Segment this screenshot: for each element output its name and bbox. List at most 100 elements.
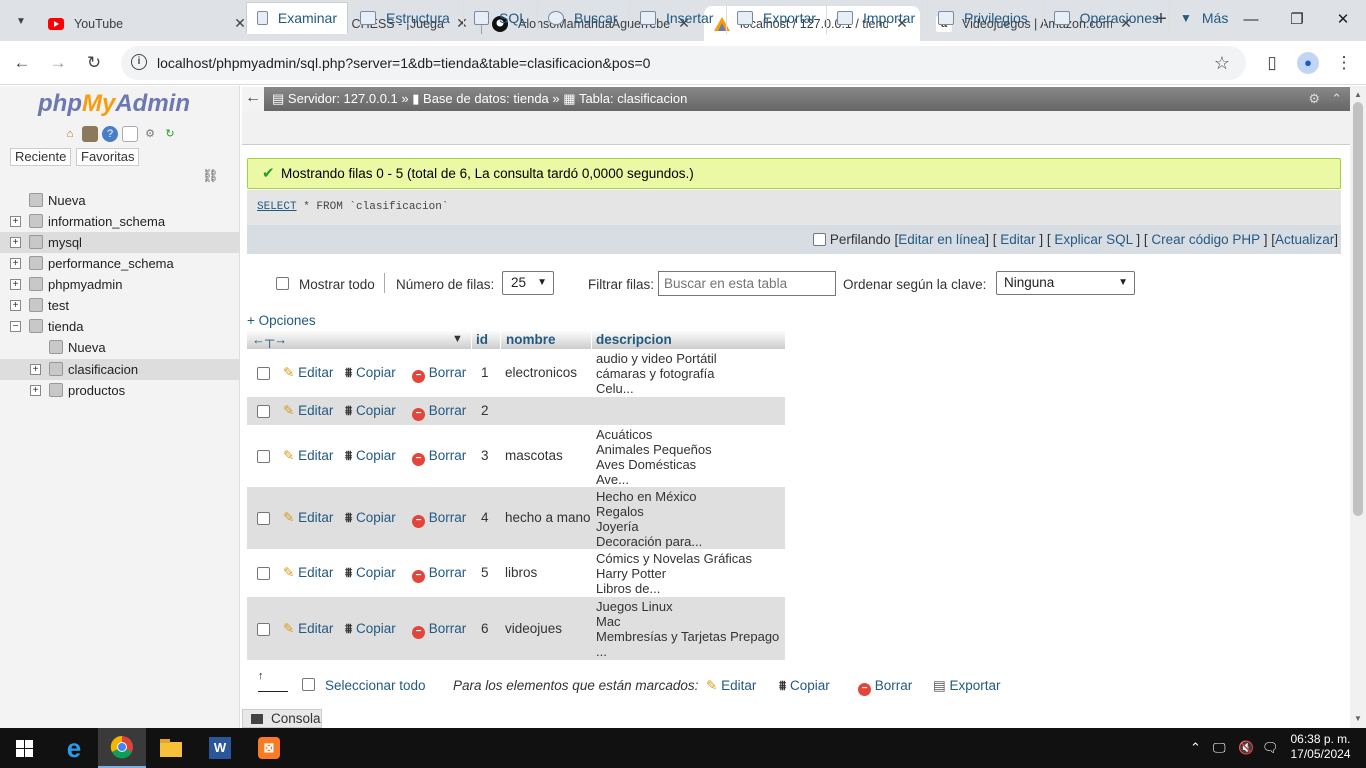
cell-id[interactable]: 2 <box>481 403 489 418</box>
tab-importar[interactable]: Importar <box>827 2 928 34</box>
bulk-delete-button[interactable]: − Borrar <box>858 678 912 696</box>
refresh-link[interactable]: Actualizar <box>1275 232 1334 247</box>
nav-tree-label[interactable]: tienda <box>48 316 83 337</box>
cell-descripcion[interactable]: Hecho en México Regalos Joyería Decoraci… <box>596 489 702 549</box>
nav-tree-label[interactable]: mysql <box>48 232 82 253</box>
nav-tree-label[interactable]: performance_schema <box>48 253 174 274</box>
tab-buscar[interactable]: Buscar <box>538 2 630 34</box>
row-edit-button[interactable]: ✎ Editar <box>283 510 333 526</box>
tab-mas[interactable]: ▼ Más <box>1170 2 1242 34</box>
filter-rows-input[interactable]: Buscar en esta tabla <box>658 271 836 296</box>
collapse-icon[interactable]: − <box>10 321 21 332</box>
file-explorer-icon[interactable] <box>147 728 195 768</box>
profiling-checkbox[interactable] <box>813 233 827 246</box>
refresh-icon[interactable]: ↻ <box>162 126 178 142</box>
cell-descripcion[interactable]: audio y video Portátil cámaras y fotogra… <box>596 351 717 396</box>
row-copy-button[interactable]: ⩩ Copiar <box>345 565 396 581</box>
row-delete-button[interactable]: − Borrar <box>412 403 466 421</box>
close-window-button[interactable]: ✕ <box>1320 0 1366 40</box>
tab-sql[interactable]: SQL <box>464 2 538 34</box>
nav-tree-item[interactable]: − tienda <box>0 316 240 337</box>
nav-tree-label[interactable]: Nueva <box>48 190 86 211</box>
nav-tree-item[interactable]: + information_schema <box>0 211 240 232</box>
tab-examinar[interactable]: Examinar <box>246 2 348 34</box>
chrome-icon[interactable] <box>98 728 146 768</box>
phpmyadmin-logo[interactable]: phpMyAdmin <box>38 90 190 118</box>
cell-id[interactable]: 4 <box>481 510 489 525</box>
nav-tree-item[interactable]: Nueva <box>0 190 240 211</box>
cell-id[interactable]: 6 <box>481 621 489 636</box>
nav-tree-item[interactable]: + phpmyadmin <box>0 274 240 295</box>
logout-icon[interactable] <box>82 126 98 142</box>
cell-id[interactable]: 1 <box>481 365 489 380</box>
tab-privilegios[interactable]: Privilegios <box>928 2 1044 34</box>
nav-tree-item[interactable]: Nueva <box>0 337 240 358</box>
nav-tab-recent[interactable]: Reciente <box>10 148 72 166</box>
scrollbar-thumb[interactable] <box>1353 102 1363 516</box>
explain-sql-link[interactable]: Explicar SQL <box>1054 232 1132 247</box>
row-edit-button[interactable]: ✎ Editar <box>283 365 333 381</box>
order-by-key-select[interactable]: Ninguna ▼ <box>996 271 1135 295</box>
cell-nombre[interactable]: mascotas <box>505 448 563 463</box>
page-settings-gear-icon[interactable]: ⚙ <box>1308 87 1320 111</box>
expand-icon[interactable]: + <box>10 279 21 290</box>
row-delete-button[interactable]: − Borrar <box>412 565 466 583</box>
tab-search-button[interactable]: ▼ <box>8 8 34 34</box>
bulk-export-button[interactable]: ▤ Exportar <box>933 678 1001 694</box>
expand-icon[interactable]: + <box>10 216 21 227</box>
column-header-id[interactable]: id <box>476 330 488 349</box>
xampp-icon[interactable]: ⊠ <box>245 728 293 768</box>
word-icon[interactable]: W <box>196 728 244 768</box>
cell-nombre[interactable]: hecho a mano <box>505 510 591 525</box>
help-icon[interactable]: ? <box>102 126 118 142</box>
row-checkbox[interactable] <box>257 405 270 418</box>
cell-descripcion[interactable]: Cómics y Novelas Gráficas Harry Potter L… <box>596 551 752 596</box>
url-text[interactable]: localhost/phpmyadmin/sql.php?server=1&db… <box>157 55 650 71</box>
browser-tab-youtube[interactable]: YouTube ✕ <box>38 6 258 41</box>
row-delete-button[interactable]: − Borrar <box>412 448 466 466</box>
breadcrumb-database[interactable]: Base de datos: tienda <box>423 91 549 106</box>
link-chain-icon[interactable]: ⛓ <box>202 168 219 184</box>
nav-tree-item[interactable]: + performance_schema <box>0 253 240 274</box>
row-checkbox[interactable] <box>257 622 270 636</box>
scroll-up-icon[interactable]: ▲ <box>1354 90 1362 99</box>
row-checkbox[interactable] <box>257 512 270 525</box>
cell-nombre[interactable]: electronicos <box>505 365 577 380</box>
nav-tab-favorites[interactable]: Favoritas <box>76 148 140 166</box>
select-all-label[interactable]: Seleccionar todo <box>325 678 426 693</box>
bulk-edit-button[interactable]: ✎ Editar <box>706 678 756 694</box>
edit-inline-link[interactable]: Editar en línea <box>898 232 985 247</box>
windows-start-icon[interactable] <box>0 728 48 768</box>
profile-avatar[interactable]: ● <box>1297 52 1319 74</box>
restore-button[interactable]: ❐ <box>1274 0 1320 40</box>
side-panel-icon[interactable]: ▯ <box>1260 51 1284 75</box>
sql-query-text[interactable]: SELECT * FROM `clasificacion` <box>257 201 448 213</box>
options-link[interactable]: + Opciones <box>247 313 316 328</box>
site-info-icon[interactable]: i <box>131 54 147 70</box>
show-all-checkbox[interactable] <box>276 277 289 290</box>
nav-tree-item[interactable]: + mysql <box>0 232 240 253</box>
tab-estructura[interactable]: Estructura <box>350 2 464 34</box>
forward-arrow-icon[interactable]: → <box>46 51 70 75</box>
breadcrumb-table[interactable]: Tabla: clasificacion <box>579 91 687 106</box>
column-header-descripcion[interactable]: descripcion <box>596 330 672 349</box>
nav-tree-item[interactable]: + productos <box>0 380 240 401</box>
menu-kebab-icon[interactable]: ⋮ <box>1332 51 1356 75</box>
home-icon[interactable]: ⌂ <box>62 126 78 142</box>
nav-tree-label[interactable]: phpmyadmin <box>48 274 122 295</box>
row-copy-button[interactable]: ⩩ Copiar <box>345 365 396 381</box>
nav-tree-item[interactable]: + clasificacion <box>0 359 240 380</box>
cell-id[interactable]: 5 <box>481 565 489 580</box>
scroll-down-icon[interactable]: ▼ <box>1354 714 1362 723</box>
console-toggle[interactable]: Consola <box>242 709 322 728</box>
bookmark-star-icon[interactable]: ☆ <box>1210 51 1234 75</box>
select-all-checkbox[interactable] <box>302 678 315 691</box>
row-copy-button[interactable]: ⩩ Copiar <box>345 403 396 419</box>
row-copy-button[interactable]: ⩩ Copiar <box>345 621 396 637</box>
row-checkbox[interactable] <box>257 567 270 580</box>
edge-icon[interactable]: e <box>50 728 98 768</box>
settings-gear-icon[interactable]: ⚙ <box>142 126 158 142</box>
back-arrow-icon[interactable]: ← <box>10 51 34 75</box>
cell-id[interactable]: 3 <box>481 448 489 463</box>
tray-chevron-icon[interactable]: ⌃ <box>1190 740 1201 756</box>
